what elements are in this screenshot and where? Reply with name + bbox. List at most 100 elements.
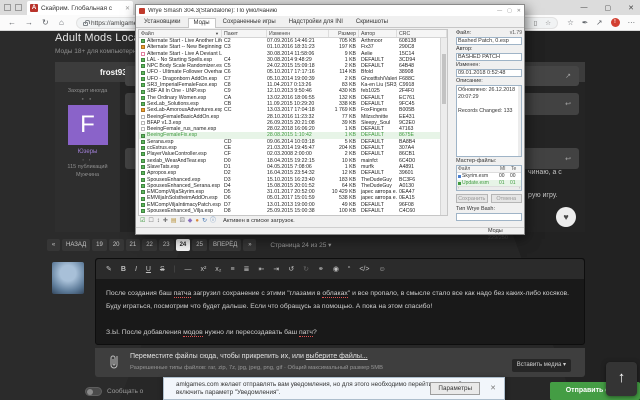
emoji-icon[interactable]: ☺ xyxy=(378,266,385,273)
cancel-button[interactable]: Отмена xyxy=(491,194,523,203)
remove-format-icon[interactable]: ✎ xyxy=(106,265,112,273)
home-icon[interactable]: ⌂ xyxy=(59,19,64,27)
page-button-23[interactable]: 23 xyxy=(159,239,174,251)
page-prev-button[interactable]: НАЗАД xyxy=(62,239,90,251)
bold-icon[interactable]: B xyxy=(121,266,126,273)
quote-icon[interactable]: “ xyxy=(348,266,350,273)
favorites-icon[interactable]: ☆ xyxy=(567,18,574,27)
page-button-24[interactable]: 24 xyxy=(176,239,191,251)
undo-icon[interactable]: ↺ xyxy=(288,265,294,273)
window-close-button[interactable]: ✕ xyxy=(628,4,634,12)
strikethrough-icon[interactable]: S xyxy=(160,266,165,273)
underline-icon[interactable]: U xyxy=(146,266,151,273)
avatar[interactable]: F xyxy=(68,105,108,145)
indent-icon[interactable]: ⇥ xyxy=(273,265,279,273)
reply-arrow-icon[interactable]: ↩ xyxy=(565,155,571,163)
page-next-arrow[interactable]: » xyxy=(243,239,256,251)
window-maximize-button[interactable]: ▢ xyxy=(605,4,612,12)
choose-files-link[interactable]: выберите файлы... xyxy=(306,353,368,360)
updown-icon[interactable]: ↕ xyxy=(157,216,160,226)
bash-type-field[interactable] xyxy=(456,213,522,221)
app-tab-Моды[interactable]: Моды xyxy=(188,18,216,28)
forward-icon[interactable]: → xyxy=(25,19,33,27)
page-button-22[interactable]: 22 xyxy=(142,239,157,251)
reply-editor[interactable]: ✎BIUS|—x²x₂≡≣⇤⇥↺↻⚭◉“</>☺ После создания … xyxy=(95,258,585,345)
masters-table[interactable]: ФайлMITe Skyrim.esm0000Update.esm0101 ‹ … xyxy=(456,165,522,191)
current-user-avatar[interactable] xyxy=(52,262,84,294)
modified-field[interactable]: 09.01.2018 0:52:48 xyxy=(456,69,522,77)
notify-toggle[interactable] xyxy=(85,387,102,396)
scroll-right-icon[interactable]: › xyxy=(519,187,520,190)
scroll-left-icon[interactable]: ‹ xyxy=(458,187,459,190)
share-icon[interactable]: ↗ xyxy=(596,18,602,27)
masters-hscrollbar[interactable]: ‹ › xyxy=(457,186,521,190)
pen-extension-icon[interactable]: ✒ xyxy=(582,18,588,27)
app-minimize-button[interactable]: — xyxy=(497,8,502,14)
description-scrollbar[interactable] xyxy=(518,86,521,156)
master-row[interactable]: Skyrim.esm0000 xyxy=(457,173,521,180)
subscript-icon[interactable]: x₂ xyxy=(215,266,221,273)
dot-icon[interactable]: ● xyxy=(195,216,199,226)
page-select[interactable]: Страница 24 из 25 ▾ xyxy=(270,241,331,249)
scrollbar-thumb[interactable] xyxy=(442,54,446,104)
save-button[interactable]: Сохранить xyxy=(456,194,488,203)
back-icon[interactable]: ← xyxy=(8,19,16,27)
info-icon[interactable]: ⓘ xyxy=(210,216,216,226)
page-button-25[interactable]: 25 xyxy=(192,239,207,251)
app-tab-Сохраненные игры[interactable]: Сохраненные игры xyxy=(217,17,282,27)
mods-table-header[interactable]: Файл▼ Пакет Изменен Размер Автор CRC xyxy=(139,30,447,38)
post-author-link[interactable]: frost93 xyxy=(100,68,127,77)
description-field[interactable]: Обновлено: 26.12.201820:07:29Records Cha… xyxy=(456,85,522,157)
page-button-20[interactable]: 20 xyxy=(109,239,124,251)
list-ul-icon[interactable]: ≡ xyxy=(231,266,235,273)
mod-unchecked-icon[interactable]: ☐ xyxy=(148,216,153,226)
page-button-21[interactable]: 21 xyxy=(126,239,141,251)
adblock-extension-icon[interactable]: ! xyxy=(611,18,620,27)
refresh-icon[interactable]: ↻ xyxy=(42,19,49,27)
tab-close-icon[interactable]: ✕ xyxy=(125,5,130,12)
app-tab-Установщики[interactable]: Установщики xyxy=(138,17,187,27)
insert-media-button[interactable]: Вставить медиа ▾ xyxy=(512,359,571,372)
italic-icon[interactable]: I xyxy=(135,266,137,273)
mod-checked-icon[interactable]: ☑ xyxy=(140,216,145,226)
page-next-button[interactable]: ВПЕРЁД xyxy=(209,239,241,251)
editor-content[interactable]: После создания баш патча загрузил сохран… xyxy=(96,279,584,347)
hr-icon[interactable]: — xyxy=(184,266,191,273)
page-prev-arrow[interactable]: « xyxy=(47,239,60,251)
table-scrollbar[interactable] xyxy=(440,38,447,215)
browser-tab[interactable]: A Скайрим. Глобальная с ✕ xyxy=(27,1,133,15)
outdent-icon[interactable]: ⇤ xyxy=(258,265,264,273)
like-heart-button[interactable]: ♥ xyxy=(556,207,576,227)
author-field[interactable]: BASHED PATCH xyxy=(456,53,522,61)
app-tab-Скриншоты[interactable]: Скриншоты xyxy=(350,17,394,27)
notification-close-icon[interactable]: ✕ xyxy=(490,384,496,392)
link-icon[interactable]: ⚭ xyxy=(318,265,324,273)
tab-preview-icon[interactable] xyxy=(4,4,11,11)
attachment-area[interactable]: Переместите файлы сюда, чтобы прикрепить… xyxy=(95,348,585,377)
app-close-button[interactable]: ✕ xyxy=(517,8,521,14)
app-tab-Надстройки для INI[interactable]: Надстройки для INI xyxy=(283,17,349,27)
reply-arrow-icon[interactable]: ↩ xyxy=(565,100,571,108)
mod-checkbox-checked-icon[interactable] xyxy=(139,208,147,214)
folder-icon[interactable]: ▤ xyxy=(171,216,177,226)
page-button-19[interactable]: 19 xyxy=(92,239,107,251)
favorite-star-icon[interactable]: ☆ xyxy=(545,19,551,27)
table-row[interactable]: SpousesEnhanced_Vilja.espD825.09.2015 15… xyxy=(139,208,447,214)
plus-icon[interactable]: ✚ xyxy=(163,216,168,226)
scroll-to-top-button[interactable]: ↑ xyxy=(606,362,637,396)
more-menu-icon[interactable]: ⋯ xyxy=(628,18,636,27)
app-titlebar[interactable]: Wrye Smash 304.3(Standalone): По умолчан… xyxy=(136,5,524,16)
redo-icon[interactable]: ↻ xyxy=(303,265,309,273)
puzzle-icon[interactable]: ◆ xyxy=(188,216,193,226)
list-ol-icon[interactable]: ≣ xyxy=(244,265,250,273)
reading-view-icon[interactable]: ▯ xyxy=(534,19,538,27)
tabs-aside-icon[interactable] xyxy=(15,4,22,11)
dice-icon[interactable]: ⚄ xyxy=(179,216,184,226)
superscript-icon[interactable]: x² xyxy=(200,266,206,273)
preview-icon[interactable]: ◉ xyxy=(333,265,339,273)
revert-icon[interactable]: ↻ xyxy=(202,216,207,226)
file-name-field[interactable]: Bashed Patch, 0.esp xyxy=(456,37,522,45)
window-minimize-button[interactable]: — xyxy=(581,4,588,11)
code-icon[interactable]: </> xyxy=(359,266,369,273)
app-maximize-button[interactable]: ▢ xyxy=(507,8,512,14)
